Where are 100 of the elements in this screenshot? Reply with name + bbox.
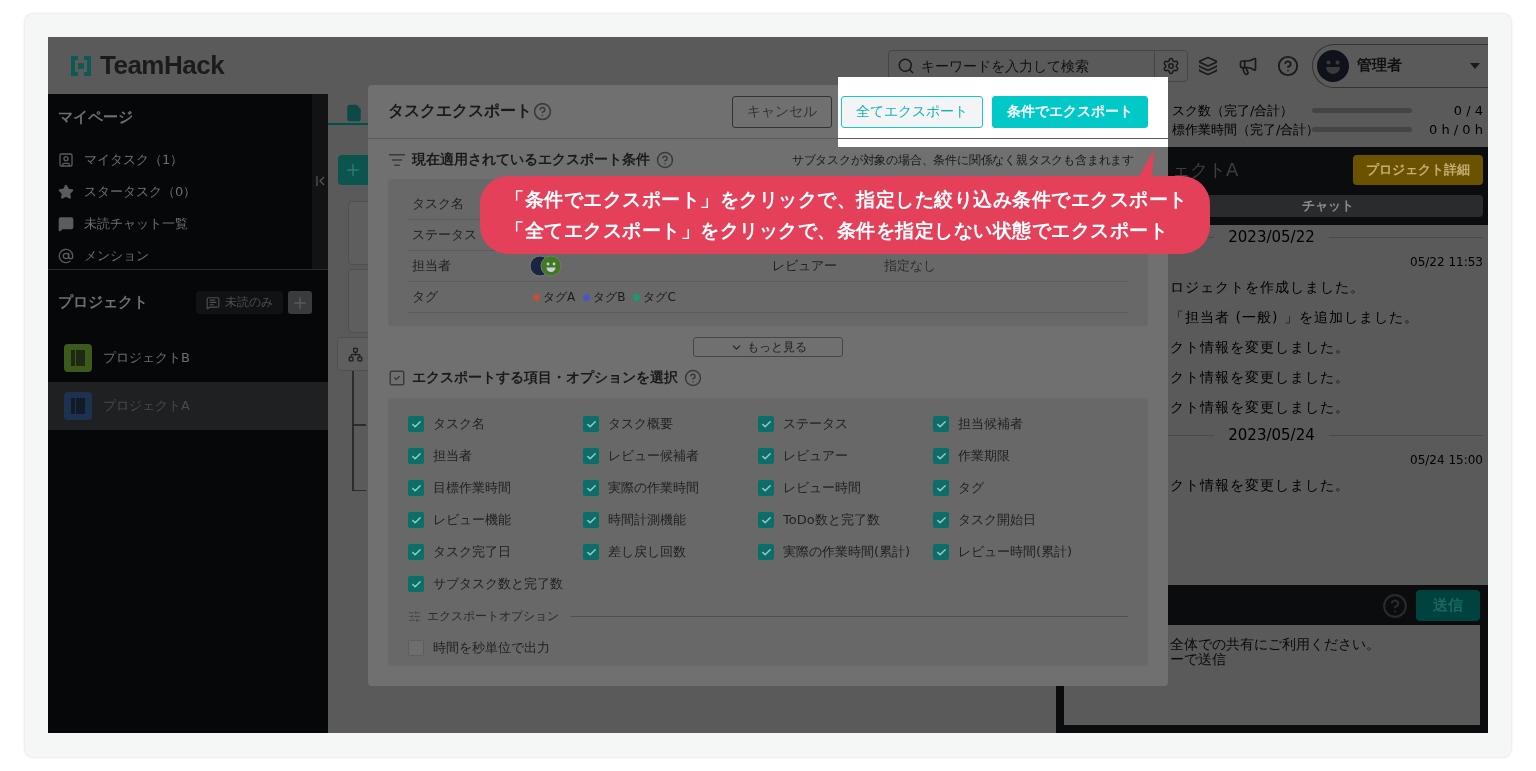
export-button[interactable]: 条件でエクスポート <box>992 95 1148 128</box>
check-icon <box>760 514 772 526</box>
checkbox[interactable] <box>583 416 599 432</box>
project-item[interactable]: プロジェクトB <box>48 334 328 382</box>
checkbox-label: タスク概要 <box>608 415 673 433</box>
checkbox[interactable] <box>933 416 949 432</box>
check-icon <box>935 450 947 462</box>
at-sign-icon <box>58 248 74 264</box>
checkbox-label: 目標作業時間 <box>433 479 511 497</box>
checkbox[interactable] <box>933 512 949 528</box>
checkbox[interactable] <box>408 512 424 528</box>
sidebar-item[interactable]: マイタスク（1） <box>58 144 302 176</box>
check-icon <box>410 546 422 558</box>
search-input[interactable]: キーワードを入力して検索 <box>915 57 1154 74</box>
condition-label: タグ <box>412 288 438 306</box>
sliders-icon <box>408 609 421 623</box>
check-icon <box>585 418 597 430</box>
checkbox[interactable] <box>933 448 949 464</box>
stat-value: 0 / 4 <box>1452 103 1483 118</box>
checkbox-label: ToDo数と完了数 <box>783 511 880 529</box>
checkbox[interactable] <box>758 544 774 560</box>
checkbox-label: 担当者 <box>433 447 472 465</box>
checkbox[interactable] <box>408 480 424 496</box>
check-icon <box>585 450 597 462</box>
check-icon <box>410 514 422 526</box>
checkbox-label: タスク名 <box>433 415 485 433</box>
section-title: マイページ <box>58 108 134 128</box>
checkbox-icon <box>388 369 406 387</box>
stat-label: スク数（完了/合計） <box>1172 101 1295 120</box>
help-icon[interactable] <box>656 151 674 169</box>
section-title: エクスポートする項目・オプションを選択 <box>412 369 678 387</box>
section-title: プロジェクト <box>58 293 149 312</box>
help-icon[interactable] <box>533 102 552 121</box>
add-project-button[interactable] <box>288 291 312 314</box>
check-icon <box>935 514 947 526</box>
log-message: ロジェクトを作成しました。 <box>1170 279 1365 297</box>
avatars-icon <box>529 255 563 277</box>
tag-label: タグC <box>643 288 676 306</box>
checkbox-label: 差し戻し回数 <box>608 543 686 561</box>
checkbox[interactable] <box>408 544 424 560</box>
check-icon <box>935 482 947 494</box>
stat-value: 0 h / 0 h <box>1428 122 1483 137</box>
megaphone-icon <box>1238 55 1258 76</box>
timestamp: 05/22 11:53 <box>1409 254 1483 271</box>
check-icon <box>760 418 772 430</box>
help-icon <box>1277 54 1299 77</box>
dialog-title: タスクエクスポート <box>388 101 532 122</box>
note-text: サブタスクが対象の場合、条件に関係なく親タスクも含まれます <box>791 151 1134 169</box>
checkbox[interactable] <box>933 480 949 496</box>
section-title: 現在適用されているエクスポート条件 <box>412 151 650 169</box>
check-icon <box>410 450 422 462</box>
date-divider: 2023/05/24 <box>1228 426 1315 444</box>
check-icon <box>410 418 422 430</box>
filter-icon <box>388 151 406 169</box>
checkbox[interactable] <box>758 416 774 432</box>
checkbox[interactable] <box>933 544 949 560</box>
chat-icon <box>206 295 220 310</box>
checkbox-label: タスク開始日 <box>958 511 1036 529</box>
condition-label: タスク名 <box>412 195 464 213</box>
checkbox-label: 担当候補者 <box>958 415 1023 433</box>
export-button[interactable]: 全てエクスポート <box>841 95 983 128</box>
collapse-icon[interactable] <box>315 176 325 186</box>
avatar-icon <box>1317 49 1349 82</box>
stat-label: 標作業時間（完了/合計） <box>1172 120 1312 139</box>
sidebar-item[interactable]: スタータスク（0） <box>58 176 302 208</box>
help-icon[interactable] <box>684 369 702 387</box>
checkbox[interactable] <box>408 576 424 592</box>
checkbox[interactable] <box>408 416 424 432</box>
checkbox-label: 実際の作業時間(累計) <box>783 543 911 561</box>
cancel-button[interactable]: キャンセル <box>732 95 832 128</box>
check-icon <box>760 482 772 494</box>
tag-label: タグB <box>593 288 626 306</box>
user-menu[interactable]: 管理者 <box>1312 43 1488 88</box>
checkbox-label: 実際の作業時間 <box>608 479 699 497</box>
check-icon <box>760 546 772 558</box>
checkbox[interactable] <box>758 448 774 464</box>
layers-icon <box>1198 55 1218 76</box>
checkbox-label: サブタスク数と完了数 <box>433 575 563 593</box>
star-icon <box>58 184 74 200</box>
tag-label: タグA <box>543 288 576 306</box>
search-icon <box>897 56 915 75</box>
plus-icon <box>344 161 362 179</box>
checkbox[interactable] <box>583 480 599 496</box>
callout-text: 「全てエクスポート」をクリックで、条件を指定しない状態でエクスポート <box>505 218 1169 243</box>
project-detail-button[interactable]: プロジェクト詳細 <box>1353 155 1483 185</box>
checkbox[interactable] <box>583 544 599 560</box>
checkbox-label: 時間計測機能 <box>608 511 686 529</box>
checkbox[interactable] <box>758 512 774 528</box>
hierarchy-icon <box>348 347 363 362</box>
checkbox[interactable] <box>758 480 774 496</box>
sidebar-item[interactable]: メンション <box>58 240 302 272</box>
logo-text: TeamHack <box>100 50 225 81</box>
checkbox[interactable] <box>583 448 599 464</box>
caret-icon <box>1470 62 1480 69</box>
gear-icon <box>1162 56 1180 75</box>
condition-value: 指定なし <box>884 257 936 275</box>
checkbox[interactable] <box>408 448 424 464</box>
show-more-button[interactable]: もっと見る <box>693 337 843 357</box>
checkbox-label: 時間を秒単位で出力 <box>433 639 550 657</box>
checkbox[interactable] <box>583 512 599 528</box>
